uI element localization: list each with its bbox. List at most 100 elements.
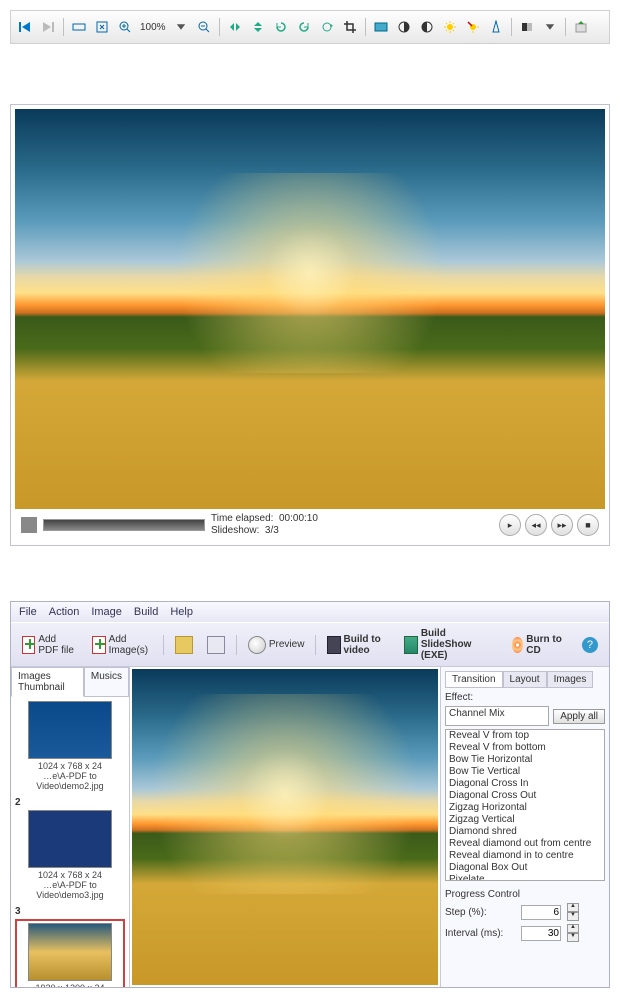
tab-thumbnails[interactable]: Images Thumbnail: [11, 667, 84, 697]
save-button[interactable]: [202, 634, 230, 656]
thumbnail-image: [28, 810, 112, 868]
effect-list-item[interactable]: Reveal diamond out from centre: [446, 838, 604, 850]
progress-bar[interactable]: [43, 519, 205, 531]
separator: [63, 18, 64, 36]
zoom-in-icon[interactable]: [115, 17, 135, 37]
interval-input[interactable]: [521, 926, 561, 941]
step-input[interactable]: [521, 905, 561, 920]
effect-list-item[interactable]: Diagonal Cross In: [446, 778, 604, 790]
editor-toolbar: Add PDF file Add Image(s) Preview Build …: [11, 622, 609, 667]
apply-all-button[interactable]: Apply all: [553, 709, 605, 724]
menu-image[interactable]: Image: [91, 606, 122, 618]
next-button[interactable]: ▸▸: [551, 514, 573, 536]
grayscale-dropdown-icon[interactable]: [540, 17, 560, 37]
add-images-button[interactable]: Add Image(s): [87, 632, 157, 658]
build-slideshow-button[interactable]: Build SlideShow (EXE): [399, 626, 502, 663]
effect-label: Effect:: [445, 692, 605, 703]
tab-musics[interactable]: Musics: [84, 667, 129, 697]
build-video-button[interactable]: Build to video: [322, 632, 395, 658]
add-pdf-button[interactable]: Add PDF file: [17, 632, 83, 658]
rotate-icon[interactable]: [317, 17, 337, 37]
save-icon: [207, 636, 225, 654]
effect-list-item[interactable]: Zigzag Vertical: [446, 814, 604, 826]
step-label: Step (%):: [445, 907, 515, 918]
thumbnail-path: …e\A-PDF to Video\demo3.jpg: [15, 880, 125, 900]
separator: [315, 635, 316, 655]
add-images-icon: [92, 636, 106, 654]
preview-panel: Time elapsed: 00:00:10 Slideshow: 3/3 ▸ …: [10, 104, 610, 546]
preview-button[interactable]: Preview: [243, 634, 310, 656]
preview-statusbar: Time elapsed: 00:00:10 Slideshow: 3/3 ▸ …: [15, 509, 605, 541]
menu-help[interactable]: Help: [170, 606, 193, 618]
menu-file[interactable]: File: [19, 606, 37, 618]
thumbnail-dim: 1920 x 1200 x 24: [19, 983, 121, 987]
export-icon[interactable]: [571, 17, 591, 37]
separator: [219, 18, 220, 36]
flip-h-icon[interactable]: [225, 17, 245, 37]
tab-images[interactable]: Images: [547, 671, 594, 688]
zoom-out-icon[interactable]: [194, 17, 214, 37]
tab-layout[interactable]: Layout: [503, 671, 547, 688]
slideshow-label: Slideshow:: [211, 525, 259, 536]
preview-info: Time elapsed: 00:00:10 Slideshow: 3/3: [211, 513, 493, 537]
flip-v-icon[interactable]: [248, 17, 268, 37]
video-icon: [327, 636, 340, 654]
contrast-down-icon[interactable]: [417, 17, 437, 37]
effect-list[interactable]: Reveal V from topReveal V from bottomBow…: [445, 729, 605, 881]
thumbnail-dim: 1024 x 768 x 24: [15, 870, 125, 880]
crop-icon[interactable]: [340, 17, 360, 37]
separator: [163, 635, 164, 655]
grayscale-icon[interactable]: [517, 17, 537, 37]
preview-icon: [248, 636, 266, 654]
separator: [565, 18, 566, 36]
open-button[interactable]: [170, 634, 198, 656]
effect-select[interactable]: Channel Mix: [445, 706, 549, 726]
separator: [236, 635, 237, 655]
sharpen-icon[interactable]: [486, 17, 506, 37]
add-pdf-icon: [22, 636, 35, 654]
play-button[interactable]: ▸: [499, 514, 521, 536]
burn-cd-button[interactable]: Burn to CD: [507, 632, 569, 658]
menu-build[interactable]: Build: [134, 606, 158, 618]
menu-action[interactable]: Action: [49, 606, 80, 618]
first-icon[interactable]: [15, 17, 35, 37]
effect-list-item[interactable]: Reveal V from bottom: [446, 742, 604, 754]
contrast-up-icon[interactable]: [394, 17, 414, 37]
slideshow-icon: [404, 636, 417, 654]
effect-list-item[interactable]: Diagonal Box Out: [446, 862, 604, 874]
stop-button[interactable]: ■: [577, 514, 599, 536]
brightness-up-icon[interactable]: [440, 17, 460, 37]
effect-list-item[interactable]: Reveal V from top: [446, 730, 604, 742]
effect-list-item[interactable]: Reveal diamond in to centre: [446, 850, 604, 862]
zoom-level[interactable]: 100%: [138, 22, 168, 33]
thumbnail-item[interactable]: 1024 x 768 x 24 …e\A-PDF to Video\demo2.…: [15, 701, 125, 791]
last-icon[interactable]: [38, 17, 58, 37]
effect-list-item[interactable]: Diagonal Cross Out: [446, 790, 604, 802]
step-spinner[interactable]: ▲▼: [567, 903, 579, 921]
thumbnail-item[interactable]: 1024 x 768 x 24 …e\A-PDF to Video\demo3.…: [15, 810, 125, 900]
rotate-right-icon[interactable]: [294, 17, 314, 37]
effect-icon[interactable]: [371, 17, 391, 37]
effect-list-item[interactable]: Bow Tie Horizontal: [446, 754, 604, 766]
rotate-left-icon[interactable]: [271, 17, 291, 37]
brightness-down-icon[interactable]: [463, 17, 483, 37]
effect-list-item[interactable]: Pixelate: [446, 874, 604, 881]
thumbnail-image: [28, 701, 112, 759]
zoom-dropdown-icon[interactable]: [171, 17, 191, 37]
effect-list-item[interactable]: Zigzag Horizontal: [446, 802, 604, 814]
fit-screen-icon[interactable]: [92, 17, 112, 37]
effect-list-item[interactable]: Bow Tie Vertical: [446, 766, 604, 778]
time-elapsed-label: Time elapsed:: [211, 513, 273, 524]
thumbnail-list[interactable]: 1024 x 768 x 24 …e\A-PDF to Video\demo2.…: [11, 697, 129, 987]
tab-transition[interactable]: Transition: [445, 671, 503, 688]
image-toolbar: 100%: [10, 10, 610, 44]
prev-button[interactable]: ◂◂: [525, 514, 547, 536]
fit-width-icon[interactable]: [69, 17, 89, 37]
help-button[interactable]: ?: [577, 635, 603, 655]
separator: [365, 18, 366, 36]
thumbnail-dim: 1024 x 768 x 24: [15, 761, 125, 771]
effect-list-item[interactable]: Diamond shred: [446, 826, 604, 838]
progress-control-label: Progress Control: [445, 889, 605, 900]
interval-spinner[interactable]: ▲▼: [567, 924, 579, 942]
thumbnail-item-selected[interactable]: 1920 x 1200 x 24 …pdf\Pictures\6Uf22L2)j…: [15, 919, 125, 987]
